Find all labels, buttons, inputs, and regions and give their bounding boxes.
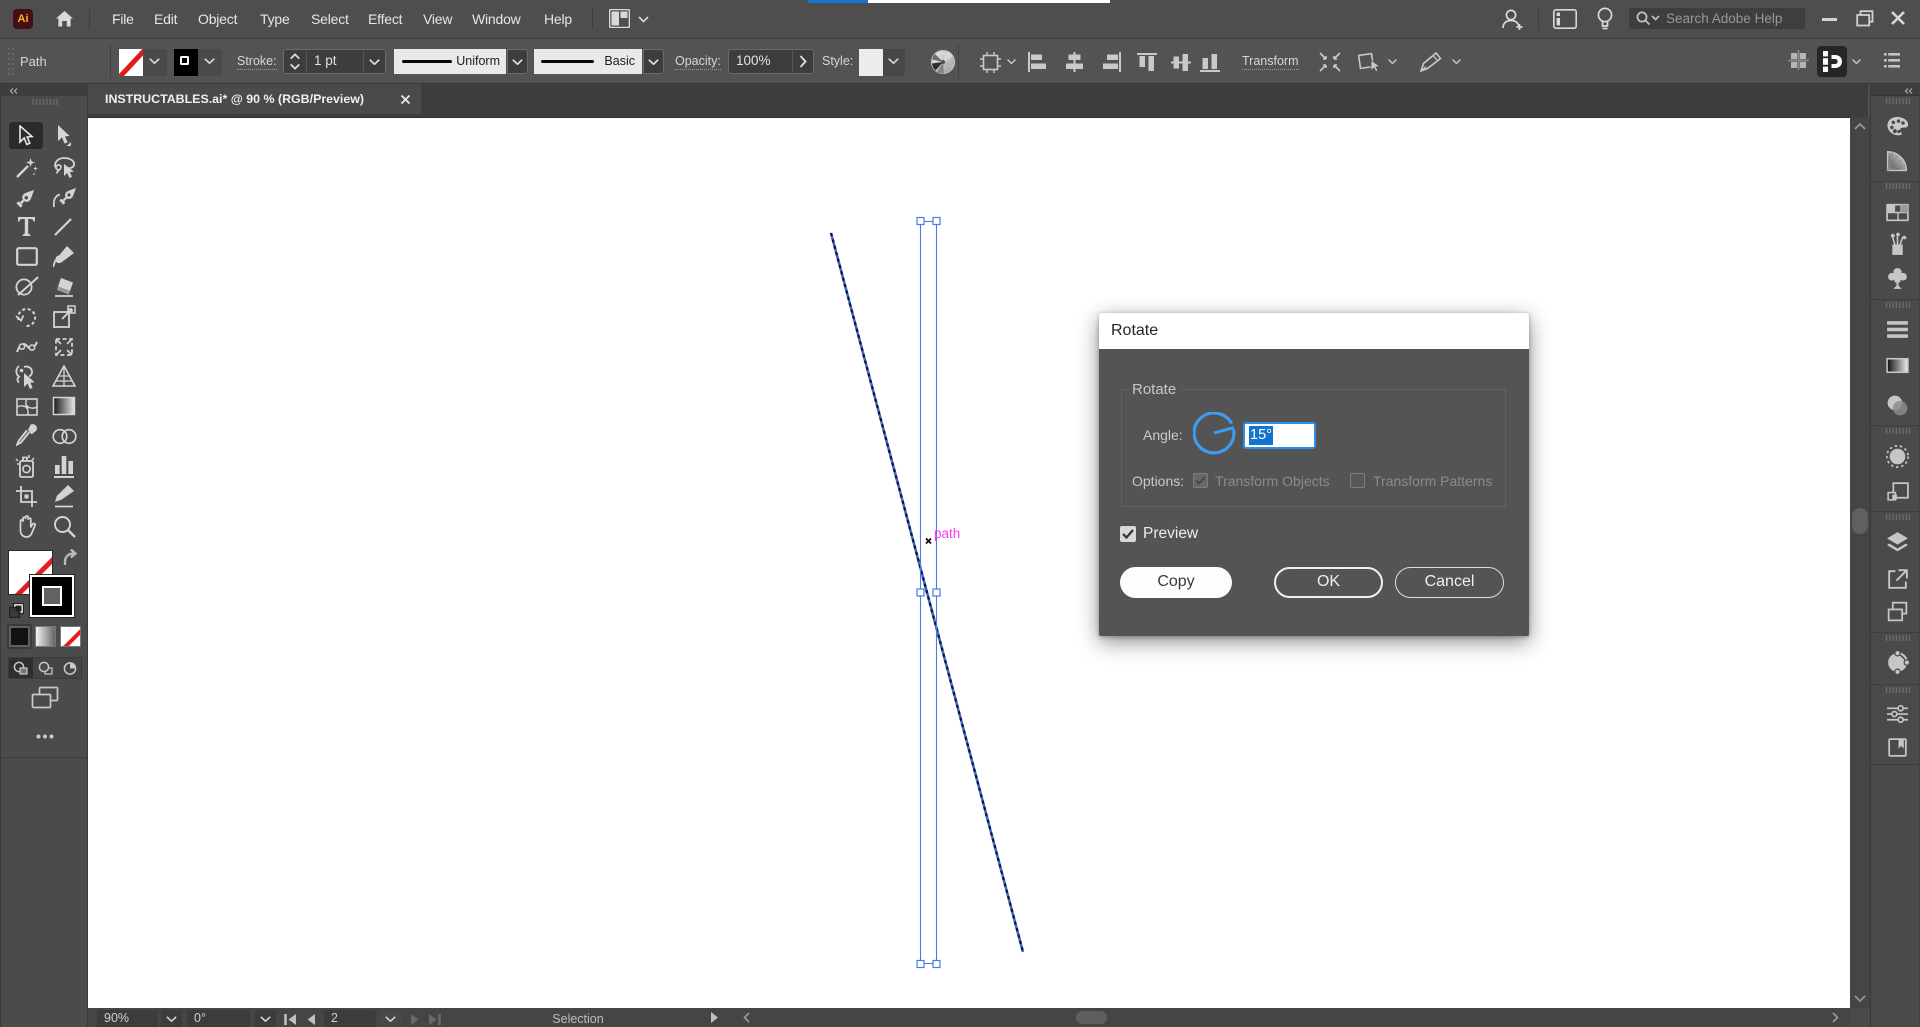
svg-text:path: path [934, 526, 960, 541]
